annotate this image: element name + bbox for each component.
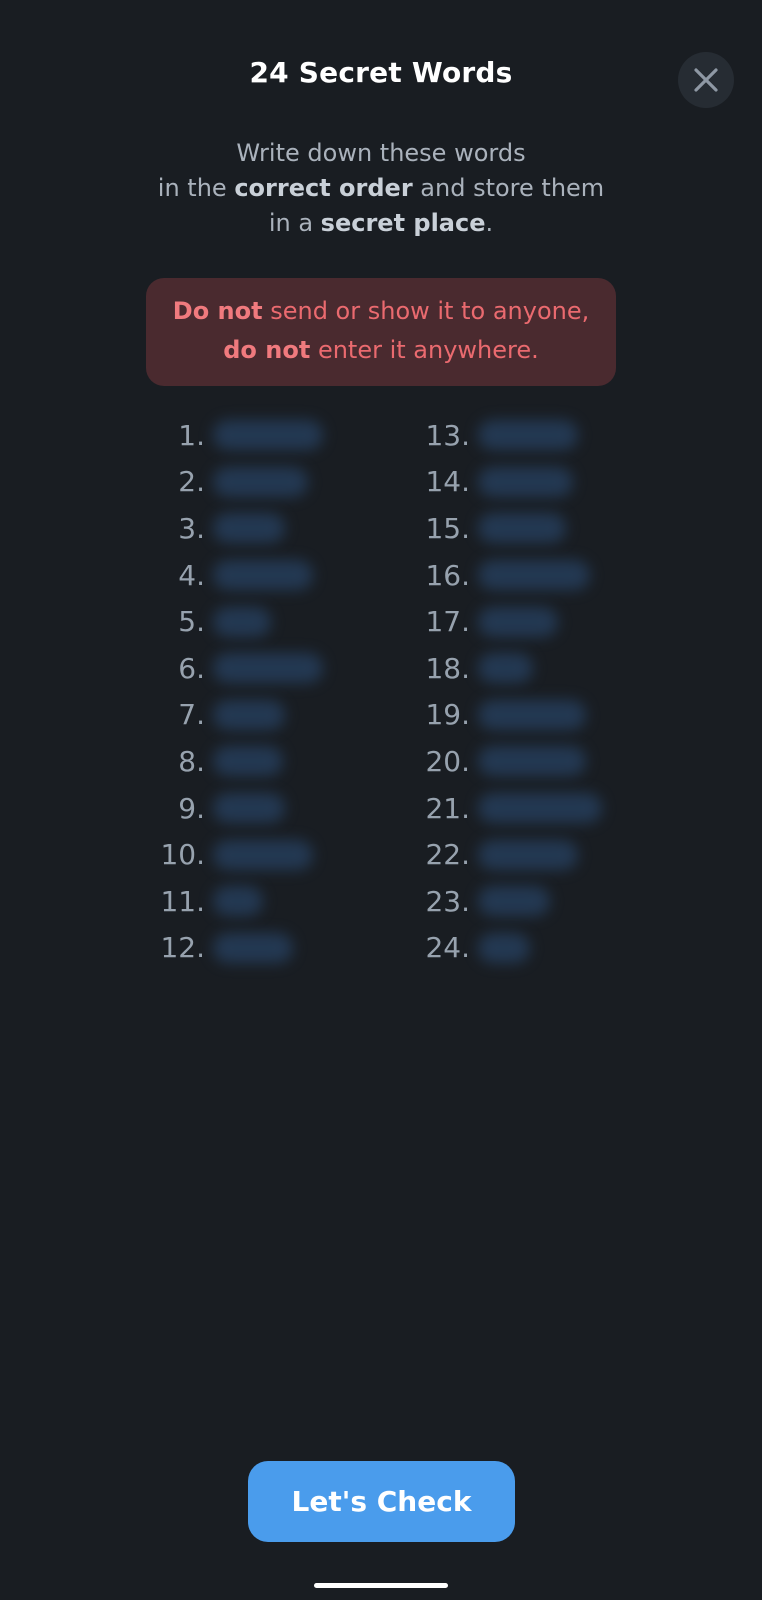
word-row: 5. — [150, 598, 323, 645]
word-number: 4. — [178, 558, 205, 592]
word-row: 11. — [150, 878, 323, 925]
word-number: 12. — [160, 931, 205, 965]
word-row: 10. — [150, 831, 323, 878]
secret-words-list: 1. 2. 3. 4. 5. 6. 7. 8. 9. 10. 11. 12. 1… — [0, 412, 762, 972]
word-number: 3. — [178, 511, 205, 545]
instructions-line-2: in the correct order and store them — [0, 171, 762, 206]
word-row: 12. — [150, 925, 323, 972]
word-row: 22. — [418, 831, 602, 878]
home-indicator[interactable] — [314, 1583, 448, 1588]
hidden-word — [478, 513, 566, 544]
warning-emphasis: Do not — [172, 297, 263, 325]
words-column-left: 1. 2. 3. 4. 5. 6. 7. 8. 9. 10. 11. 12. — [150, 412, 323, 971]
hidden-word — [478, 466, 573, 497]
word-number: 14. — [425, 465, 470, 499]
word-row: 15. — [418, 505, 602, 552]
word-number: 21. — [425, 791, 470, 825]
instructions-line-3: in a secret place. — [0, 206, 762, 241]
word-number: 15. — [425, 511, 470, 545]
warning-line-2: do not enter it anywhere. — [146, 331, 616, 370]
hidden-word — [478, 793, 602, 824]
hidden-word — [213, 839, 313, 870]
word-number: 8. — [178, 744, 205, 778]
hidden-word — [213, 420, 323, 451]
instructions-text-span: . — [485, 209, 494, 237]
lets-check-button[interactable]: Let's Check — [248, 1461, 515, 1542]
word-number: 2. — [178, 465, 205, 499]
secret-words-screen: 24 Secret Words Write down these words i… — [0, 0, 762, 1600]
hidden-word — [478, 932, 530, 963]
word-row: 24. — [418, 925, 602, 972]
hidden-word — [213, 699, 285, 730]
word-row: 14. — [418, 459, 602, 506]
hidden-word — [478, 420, 578, 451]
instructions-emphasis: correct order — [234, 174, 413, 202]
word-row: 13. — [418, 412, 602, 459]
warning-line-1: Do not send or show it to anyone, — [146, 292, 616, 331]
words-column-right: 13. 14. 15. 16. 17. 18. 19. 20. 21. 22. … — [418, 412, 602, 971]
word-number: 7. — [178, 698, 205, 732]
warning-text-span: send or show it to anyone, — [262, 297, 590, 325]
warning-banner: Do not send or show it to anyone, do not… — [146, 278, 616, 386]
word-number: 17. — [425, 605, 470, 639]
hidden-word — [213, 513, 285, 544]
word-row: 6. — [150, 645, 323, 692]
word-number: 13. — [425, 418, 470, 452]
word-number: 6. — [178, 651, 205, 685]
word-row: 3. — [150, 505, 323, 552]
hidden-word — [478, 886, 550, 917]
hidden-word — [478, 560, 590, 591]
word-row: 1. — [150, 412, 323, 459]
hidden-word — [213, 466, 308, 497]
instructions-text: Write down these words in the correct or… — [0, 136, 762, 241]
hidden-word — [478, 653, 533, 684]
word-row: 18. — [418, 645, 602, 692]
word-row: 17. — [418, 598, 602, 645]
instructions-emphasis: secret place — [320, 209, 486, 237]
instructions-text-span: in the — [157, 174, 235, 202]
word-row: 2. — [150, 459, 323, 506]
warning-text-span: enter it anywhere. — [310, 336, 539, 364]
word-number: 9. — [178, 791, 205, 825]
word-row: 7. — [150, 692, 323, 739]
word-row: 9. — [150, 785, 323, 832]
hidden-word — [213, 932, 293, 963]
word-number: 10. — [160, 838, 205, 872]
hidden-word — [478, 606, 558, 637]
word-row: 23. — [418, 878, 602, 925]
close-button[interactable] — [678, 52, 734, 108]
hidden-word — [213, 886, 263, 917]
page-title: 24 Secret Words — [249, 56, 513, 89]
hidden-word — [478, 699, 586, 730]
word-number: 23. — [425, 884, 470, 918]
hidden-word — [213, 746, 283, 777]
word-number: 5. — [178, 605, 205, 639]
instructions-text-span: and store them — [412, 174, 605, 202]
word-number: 16. — [425, 558, 470, 592]
word-number: 11. — [160, 884, 205, 918]
word-number: 19. — [425, 698, 470, 732]
word-number: 20. — [425, 744, 470, 778]
hidden-word — [213, 653, 323, 684]
word-row: 20. — [418, 738, 602, 785]
word-number: 24. — [425, 931, 470, 965]
warning-emphasis: do not — [223, 336, 311, 364]
word-number: 22. — [425, 838, 470, 872]
hidden-word — [213, 606, 271, 637]
word-number: 18. — [425, 651, 470, 685]
word-number: 1. — [178, 418, 205, 452]
hidden-word — [213, 793, 285, 824]
hidden-word — [478, 746, 586, 777]
instructions-line-1: Write down these words — [236, 139, 526, 167]
hidden-word — [213, 560, 313, 591]
close-icon — [694, 68, 718, 92]
word-row: 19. — [418, 692, 602, 739]
word-row: 21. — [418, 785, 602, 832]
instructions-text-span: in a — [268, 209, 321, 237]
word-row: 8. — [150, 738, 323, 785]
hidden-word — [478, 839, 578, 870]
word-row: 16. — [418, 552, 602, 599]
word-row: 4. — [150, 552, 323, 599]
